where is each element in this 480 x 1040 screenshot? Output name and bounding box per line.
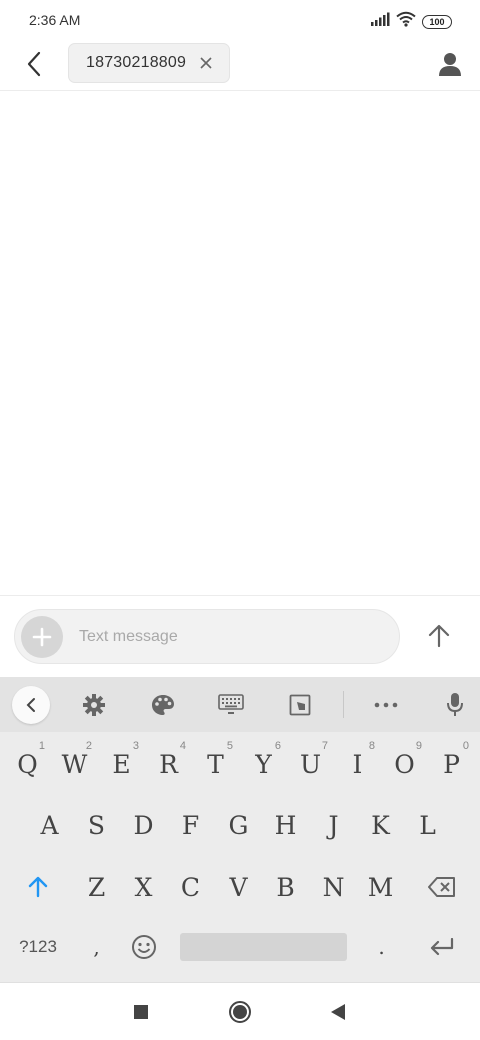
- chevron-left-icon: [26, 698, 35, 712]
- message-thread: [0, 92, 480, 595]
- recipient-number: 18730218809: [86, 54, 187, 71]
- symbols-key[interactable]: ?123: [6, 919, 70, 975]
- arrow-up-icon: [428, 624, 450, 648]
- compose-bar: [0, 595, 480, 677]
- keyboard: Q1 W2 E3 R4 T5 Y6 U7 I8 O9 P0 A S D F G …: [0, 677, 480, 982]
- key-e[interactable]: E3: [98, 736, 145, 792]
- home-button[interactable]: [225, 997, 255, 1027]
- shift-arrow-icon: [28, 876, 48, 898]
- keyboard-toolbar: [0, 677, 480, 732]
- toolbar-divider: [343, 691, 344, 718]
- close-icon[interactable]: [197, 54, 215, 72]
- battery-indicator: 100: [422, 14, 452, 29]
- more-button[interactable]: [367, 686, 405, 724]
- shift-key[interactable]: [6, 859, 70, 915]
- back-triangle-icon: [331, 1004, 345, 1020]
- key-b[interactable]: B: [262, 859, 309, 915]
- key-q[interactable]: Q1: [4, 736, 51, 792]
- key-u[interactable]: U7: [287, 736, 334, 792]
- key-r[interactable]: R4: [145, 736, 192, 792]
- key-f[interactable]: F: [167, 797, 214, 853]
- enter-key[interactable]: [410, 919, 474, 975]
- wifi-icon: [396, 11, 416, 32]
- key-v[interactable]: V: [215, 859, 262, 915]
- back-nav-button[interactable]: [323, 997, 353, 1027]
- voice-input-button[interactable]: [436, 686, 474, 724]
- compose-box: [14, 609, 400, 664]
- key-o[interactable]: O9: [381, 736, 428, 792]
- key-d[interactable]: D: [120, 797, 167, 853]
- key-y[interactable]: Y6: [240, 736, 287, 792]
- key-t[interactable]: T5: [192, 736, 239, 792]
- contact-button[interactable]: [434, 48, 466, 80]
- key-p[interactable]: P0: [428, 736, 475, 792]
- palette-icon: [152, 695, 174, 715]
- key-z[interactable]: Z: [73, 859, 120, 915]
- key-l[interactable]: L: [404, 797, 451, 853]
- collapse-toolbar-button[interactable]: [12, 686, 50, 724]
- key-x[interactable]: X: [120, 859, 167, 915]
- key-c[interactable]: C: [167, 859, 214, 915]
- status-icons: 100: [370, 11, 452, 32]
- chevron-left-icon: [27, 51, 41, 77]
- home-circle-icon: [229, 1001, 251, 1023]
- key-s[interactable]: S: [73, 797, 120, 853]
- signal-bars-icon: [370, 12, 390, 31]
- resize-button[interactable]: [281, 686, 319, 724]
- attach-button[interactable]: [21, 616, 63, 658]
- key-w[interactable]: W2: [51, 736, 98, 792]
- more-icon: [374, 702, 398, 708]
- keyboard-icon: [218, 694, 244, 714]
- key-m[interactable]: M: [357, 859, 404, 915]
- recents-square-icon: [134, 1005, 148, 1019]
- backspace-key[interactable]: [410, 859, 474, 915]
- keyboard-layout-button[interactable]: [212, 686, 250, 724]
- mic-icon: [447, 693, 463, 716]
- plus-icon: [32, 627, 52, 647]
- emoji-key[interactable]: [120, 919, 167, 975]
- enter-icon: [430, 938, 454, 956]
- gear-icon: [83, 694, 105, 716]
- send-button[interactable]: [420, 617, 458, 655]
- settings-button[interactable]: [75, 686, 113, 724]
- back-button[interactable]: [18, 48, 50, 80]
- key-i[interactable]: I8: [334, 736, 381, 792]
- backspace-icon: [428, 877, 455, 897]
- period-key[interactable]: .: [358, 919, 405, 975]
- message-input[interactable]: [79, 624, 379, 650]
- key-n[interactable]: N: [310, 859, 357, 915]
- key-h[interactable]: H: [262, 797, 309, 853]
- key-g[interactable]: G: [215, 797, 262, 853]
- comma-key[interactable]: ,: [73, 919, 120, 975]
- status-time: 2:36 AM: [29, 12, 81, 28]
- emoji-icon: [131, 935, 156, 959]
- recipient-chip[interactable]: 18730218809: [68, 43, 230, 83]
- system-nav-bar: [0, 982, 480, 1040]
- key-j[interactable]: J: [310, 797, 357, 853]
- theme-button[interactable]: [144, 686, 182, 724]
- recents-button[interactable]: [126, 997, 156, 1027]
- status-bar: 2:36 AM 100: [0, 0, 480, 40]
- spacebar[interactable]: [180, 933, 347, 961]
- key-a[interactable]: A: [26, 797, 73, 853]
- person-icon: [439, 53, 461, 76]
- key-k[interactable]: K: [357, 797, 404, 853]
- resize-icon: [289, 694, 311, 716]
- conversation-header: 18730218809: [0, 40, 480, 91]
